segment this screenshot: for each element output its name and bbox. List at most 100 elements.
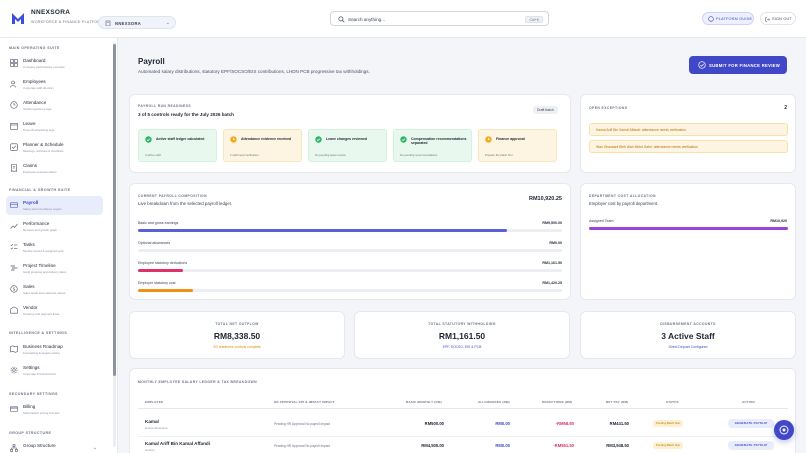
control-sub: Prepare the batch first	[485, 153, 513, 157]
sidebar-item-leave[interactable]: Leave Time-off scheduling logs	[6, 117, 103, 136]
deduction-amount: -RM551.50	[553, 443, 574, 448]
control-sub: No pending recommendations	[400, 153, 438, 157]
status-badge: Draft batch	[533, 106, 558, 114]
ledger-label: MONTHLY EMPLOYEE SALARY LEDGER & TAX BRE…	[138, 380, 257, 384]
grid-icon	[10, 59, 18, 67]
sidebar-item-payroll[interactable]: Payroll Salary and compliance engine	[6, 196, 103, 215]
composition-row-value: RM0.00	[549, 241, 562, 245]
sidebar-item-label: Payroll	[23, 200, 39, 205]
sidebar-item-group-structure[interactable]: Group Structure ⌄	[6, 439, 103, 453]
salary-ledger-card: MONTHLY EMPLOYEE SALARY LEDGER & TAX BRE…	[129, 368, 796, 453]
progress-track	[138, 269, 562, 272]
generate-payslip-button[interactable]: GENERATE PAYSLIP	[728, 441, 774, 450]
composition-total: RM10,920.25	[528, 196, 562, 202]
control-sub: 2 staff need verification	[230, 153, 259, 157]
hr-approval-status: Pending HR Approval No payroll impact	[274, 422, 330, 426]
sidebar-item-description: Salary and compliance engine	[23, 207, 62, 211]
readiness-control: Finance approval Prepare the batch first	[478, 129, 557, 162]
sidebar-item-billing[interactable]: Billing Subscription pricing licenses	[6, 400, 103, 419]
sidebar-item-label: Vendor	[23, 305, 38, 310]
clock-icon	[10, 101, 18, 109]
sidebar-item-description: Time-off scheduling logs	[23, 128, 55, 132]
progress-fill	[138, 289, 194, 292]
tasks-icon	[10, 243, 18, 250]
stat-sub: 3/3 readiness controls complete	[213, 345, 261, 349]
assistant-fab-button[interactable]	[774, 420, 794, 440]
control-title: Leave changes reviewed	[326, 137, 368, 141]
sidebar-item-label: Attendance	[23, 100, 47, 105]
table-row: Kamal Human Resource Pending HR Approval…	[130, 416, 797, 438]
allowance-amount: RM0.00	[495, 443, 510, 448]
help-icon	[708, 16, 714, 22]
sidebar-item-description: Meetings, activities & checklists	[23, 149, 64, 153]
sidebar-item-label: Business Roadmap	[23, 344, 63, 349]
progress-track	[138, 289, 562, 292]
users-icon	[10, 80, 16, 88]
exception-text: Wan Ghazaani Binti Wan Mohd Sabri: atten…	[596, 145, 698, 149]
stat-value: RM8,338.50	[213, 331, 261, 341]
sidebar-item-claims[interactable]: Claims Employee expense claims	[6, 159, 103, 178]
receipt-icon	[11, 164, 17, 172]
platform-guide-button[interactable]: PLATFORM GUIDE	[702, 12, 754, 25]
sidebar-item-description: Forecasting & targets setting	[23, 351, 60, 355]
sidebar-scrollbar-thumb[interactable]	[113, 44, 116, 376]
divider	[138, 436, 788, 437]
sidebar-item-description: Invoicing and payment flows	[23, 312, 60, 316]
composition-row-label: Basic and gross earnings	[138, 221, 179, 225]
exceptions-label: OPEN EXCEPTIONS	[589, 106, 628, 110]
sidebar-section-group: GROUP STRUCTURE	[9, 431, 52, 435]
sidebar-item-project-timeline[interactable]: Project Timeline Gantt progress and deli…	[6, 259, 103, 278]
calendar-icon	[10, 122, 18, 130]
employee-name: Kamal	[145, 419, 159, 424]
sidebar-item-vendor[interactable]: Vendor Invoicing and payment flows	[6, 301, 103, 320]
control-title: Active staff ledger calculated	[156, 137, 205, 141]
sidebar-item-description: Corporate staff directory	[23, 86, 54, 90]
exception-item[interactable]: Wan Ghazaani Binti Wan Mohd Sabri: atten…	[589, 140, 788, 153]
open-exceptions-card: OPEN EXCEPTIONS 2 Kamal Ariff Bin Kamal …	[580, 94, 796, 173]
sidebar-item-planner[interactable]: Planner & Schedule Meetings, activities …	[6, 138, 103, 157]
sidebar-item-performance[interactable]: Performance Reviews and growth goals	[6, 217, 103, 236]
exception-item[interactable]: Kamal Ariff Bin Kamal Affandi: attendanc…	[589, 123, 788, 136]
sidebar-item-label: Performance	[23, 221, 50, 226]
sign-out-button[interactable]: SIGN OUT	[760, 12, 796, 25]
stat-value: 3 Active Staff	[661, 331, 715, 341]
sidebar-item-attendance[interactable]: Attendance Verified geofence logs	[6, 96, 103, 115]
sidebar-item-sales[interactable]: $ Sales Sales leads and customer values	[6, 280, 103, 299]
sidebar-item-employees[interactable]: Employees Corporate staff directory	[6, 75, 103, 94]
check-circle-icon	[400, 136, 407, 143]
brand-logo-icon	[12, 13, 24, 24]
organization-selector[interactable]: NNEXSORA ⌄	[98, 16, 176, 29]
exceptions-count: 2	[784, 105, 787, 111]
stat-sub: EPF, SOCSO, EIS & PCB	[442, 345, 482, 349]
svg-text:$: $	[13, 287, 16, 293]
exception-text: Kamal Ariff Bin Kamal Affandi: attendanc…	[596, 128, 686, 132]
sidebar-item-label: Settings	[23, 365, 40, 370]
composition-subtitle: Live breakdown from the selected payroll…	[138, 201, 233, 206]
sidebar-item-settings[interactable]: Settings Corporate threshold limits	[6, 361, 103, 380]
sidebar-section-intelligence: INTELLIGENCE & SETTINGS	[9, 331, 68, 335]
composition-row: Employer statutory cost RM1,420.25	[138, 281, 562, 295]
sidebar-item-label: Project Timeline	[23, 263, 56, 268]
top-header: NNEXSORA WORKFORCE & FINANCE PLATFORM NN…	[0, 0, 806, 38]
generate-payslip-button[interactable]: GENERATE PAYSLIP	[728, 419, 774, 428]
sidebar-item-tasks[interactable]: Tasks Monitor issued & assigned work	[6, 238, 103, 257]
brand-name: NNEXSORA	[31, 9, 71, 16]
composition-row-value: RM1,161.50	[542, 261, 562, 265]
readiness-label: PAYROLL RUN READINESS	[138, 104, 191, 108]
deduction-amount: -RM58.50	[555, 421, 574, 426]
dept-row-label: Assigned Team	[589, 219, 614, 223]
composition-label: CURRENT PAYROLL COMPOSITION	[138, 194, 207, 198]
sidebar-item-description: Corporate threshold limits	[23, 372, 56, 376]
progress-track	[138, 229, 562, 232]
sidebar-item-label: Claims	[23, 163, 38, 168]
billing-icon	[10, 406, 18, 412]
global-search[interactable]: Search anything... Ctrl+K	[330, 11, 549, 26]
structure-icon	[10, 444, 18, 452]
table-row: Kamal Ariff Bin Kamal Affandi Human Pend…	[130, 438, 797, 453]
sidebar-item-label: Leave	[23, 121, 36, 126]
composition-row-label: Employer statutory cost	[138, 281, 176, 285]
sidebar-item-business-roadmap[interactable]: Business Roadmap Forecasting & targets s…	[6, 340, 103, 359]
submit-for-finance-review-button[interactable]: SUBMIT FOR FINANCE REVIEW	[689, 56, 787, 74]
sidebar-item-dashboard[interactable]: Dashboard Company performance overview	[6, 54, 103, 73]
assistant-icon	[779, 425, 789, 435]
